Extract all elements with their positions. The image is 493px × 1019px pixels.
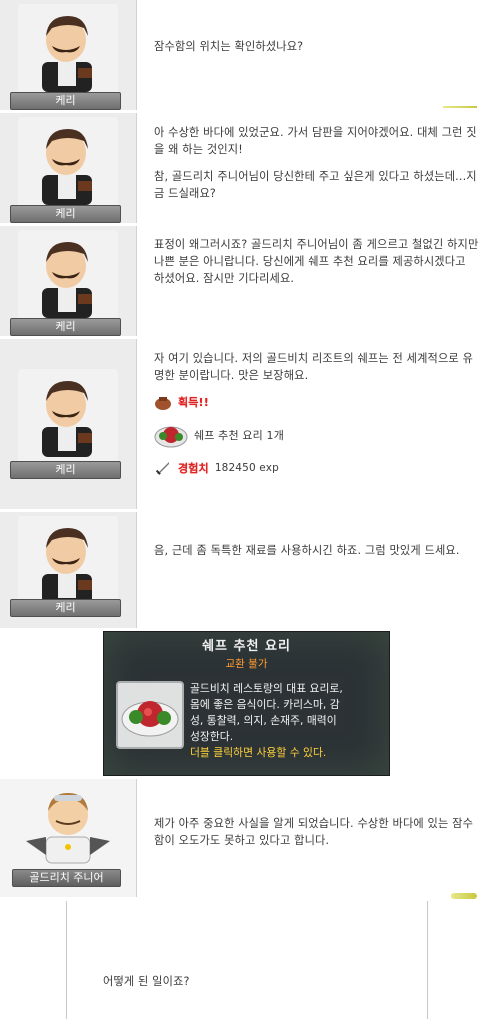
kerry-npc-icon bbox=[42, 16, 92, 92]
npc-name-label: 케리 bbox=[10, 92, 121, 110]
reward-item: 쉐프 추천 요리 1개 bbox=[154, 421, 479, 449]
tooltip-hint: 더블 클릭하면 사용할 수 있다. bbox=[190, 746, 327, 759]
reward-title: 획득!! bbox=[178, 396, 209, 409]
tooltip-desc-line: 몸에 좋은 음식이다. 카리스마, 감 bbox=[190, 698, 340, 711]
kerry-npc-icon bbox=[42, 381, 92, 457]
reward-item-label: 쉐프 추천 요리 1개 bbox=[194, 428, 284, 442]
tooltip-desc-line: 성장한다. bbox=[190, 730, 234, 743]
npc-name-label: 케리 bbox=[10, 461, 121, 479]
kerry-npc-icon bbox=[42, 129, 92, 205]
exp-label: 경험치 bbox=[178, 461, 209, 475]
dialog-divider bbox=[443, 106, 477, 108]
chef-dish-icon bbox=[121, 701, 179, 737]
exp-value: 182450 exp bbox=[214, 461, 279, 474]
dialog-text: 자 여기 있습니다. 저의 골드비치 리조트의 쉐프는 전 세계적으로 유명한 … bbox=[154, 350, 479, 477]
npc-name-label: 케리 bbox=[10, 318, 121, 336]
tooltip-subtitle: 교환 불가 bbox=[225, 658, 268, 670]
reward-exp: 경험치 182450 exp bbox=[154, 459, 479, 477]
npc-portrait: 케리 bbox=[0, 0, 137, 110]
dialog-box: 케리 잠수함의 위치는 확인하셨나요? bbox=[0, 0, 483, 110]
npc-name-label: 케리 bbox=[10, 599, 121, 617]
dialog-box: 케리 아 수상한 바다에 있었군요. 가서 담판을 지어야겠어요. 대체 그런 … bbox=[0, 113, 483, 223]
sword-icon bbox=[155, 462, 169, 475]
bag-icon bbox=[155, 396, 171, 410]
tooltip-desc-line: 골드비치 레스토랑의 대표 요리로, bbox=[190, 682, 343, 695]
npc-portrait: 케리 bbox=[0, 339, 137, 509]
player-dialog-box: 어떻게 된 일이죠? bbox=[66, 901, 428, 1019]
chef-dish-icon bbox=[154, 426, 188, 448]
npc-portrait: 골드리치 주니어 bbox=[0, 779, 137, 897]
npc-portrait: 케리 bbox=[0, 226, 137, 336]
dialog-paragraph: 제가 아주 중요한 사실을 알게 되었습니다. 수상한 바다에 있는 잠수함이 … bbox=[154, 817, 474, 847]
player-message: 어떻게 된 일이죠? bbox=[103, 975, 190, 988]
dialog-paragraph: 음, 근데 좀 독특한 재료를 사용하시긴 하죠. 그럼 맛있게 드세요. bbox=[154, 544, 460, 557]
npc-portrait: 케리 bbox=[0, 512, 137, 628]
dialog-paragraph: 자 여기 있습니다. 저의 골드비치 리조트의 쉐프는 전 세계적으로 유명한 … bbox=[154, 352, 474, 382]
tooltip-title: 쉐프 추천 요리 bbox=[202, 639, 291, 654]
dialog-text: 표정이 왜그러시죠? 골드리치 주니어님이 좀 게으르고 철없긴 하지만 나쁜 … bbox=[154, 236, 479, 297]
npc-name-label: 골드리치 주니어 bbox=[12, 869, 121, 887]
dialog-box: 케리 음, 근데 좀 독특한 재료를 사용하시긴 하죠. 그럼 맛있게 드세요. bbox=[0, 512, 483, 628]
tooltip-description: 골드비치 레스토랑의 대표 요리로, 몸에 좋은 음식이다. 카리스마, 감 성… bbox=[190, 681, 343, 761]
dialog-box: 골드리치 주니어 제가 아주 중요한 사실을 알게 되었습니다. 수상한 바다에… bbox=[0, 779, 483, 899]
dialog-text: 음, 근데 좀 독특한 재료를 사용하시긴 하죠. 그럼 맛있게 드세요. bbox=[154, 542, 479, 569]
kerry-npc-icon bbox=[42, 242, 92, 318]
tooltip-desc-line: 성, 통찰력, 의지, 손재주, 매력이 bbox=[190, 714, 337, 727]
dialog-text: 제가 아주 중요한 사실을 알게 되었습니다. 수상한 바다에 있는 잠수함이 … bbox=[154, 815, 479, 859]
npc-name-label: 케리 bbox=[10, 205, 121, 223]
goldrich-npc-icon bbox=[26, 793, 110, 864]
npc-portrait: 케리 bbox=[0, 113, 137, 223]
dialog-text: 잠수함의 위치는 확인하셨나요? bbox=[154, 38, 479, 65]
dialog-box: 케리 표정이 왜그러시죠? 골드리치 주니어님이 좀 게으르고 철없긴 하지만 … bbox=[0, 226, 483, 336]
dialog-divider bbox=[451, 893, 477, 899]
dialog-text: 아 수상한 바다에 있었군요. 가서 담판을 지어야겠어요. 대체 그런 짓을 … bbox=[154, 124, 479, 212]
item-tooltip: 쉐프 추천 요리 교환 불가 골드비치 레스토랑의 대표 요리로, 몸에 좋은 … bbox=[103, 631, 390, 776]
dialog-paragraph: 표정이 왜그러시죠? 골드리치 주니어님이 좀 게으르고 철없긴 하지만 나쁜 … bbox=[154, 238, 479, 285]
kerry-npc-icon bbox=[42, 528, 92, 604]
dialog-paragraph: 아 수상한 바다에 있었군요. 가서 담판을 지어야겠어요. 대체 그런 짓을 … bbox=[154, 126, 477, 156]
dialog-paragraph: 잠수함의 위치는 확인하셨나요? bbox=[154, 40, 304, 53]
tooltip-icon-box bbox=[116, 681, 184, 749]
reward-header: 획득!! bbox=[154, 394, 479, 411]
dialog-paragraph: 참, 골드리치 주니어님이 당신한테 주고 싶은게 있다고 하셨는데...지금 … bbox=[154, 170, 477, 200]
dialog-box: 케리 자 여기 있습니다. 저의 골드비치 리조트의 쉐프는 전 세계적으로 유… bbox=[0, 339, 483, 509]
